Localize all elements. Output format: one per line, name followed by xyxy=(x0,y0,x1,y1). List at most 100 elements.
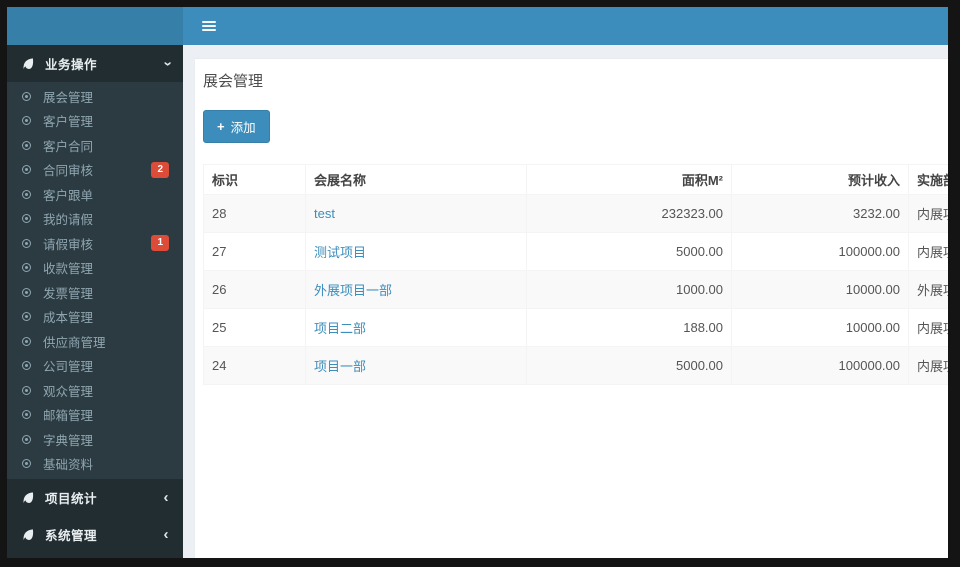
plus-icon: + xyxy=(217,119,225,134)
dot-circle-icon xyxy=(22,189,31,199)
table-row: 24 项目一部 5000.00 100000.00 内展项目 xyxy=(203,346,948,385)
cell-area: 1000.00 xyxy=(526,270,732,309)
leaf-icon xyxy=(21,528,35,542)
cell-name: 项目一部 xyxy=(305,346,527,385)
cell-area: 5000.00 xyxy=(526,346,732,385)
sidebar-submenu: 展会管理 客户管理 客户合同 合同审核 2 客户跟单 我的请假 请假审核 1 收… xyxy=(7,82,183,479)
exhibition-link[interactable]: 项目二部 xyxy=(314,321,366,336)
sidebar-section-label: 系统管理 xyxy=(45,529,98,543)
sidebar-item-payment-mgmt[interactable]: 收款管理 xyxy=(7,256,183,281)
sidebar-item-label: 基础资料 xyxy=(43,458,94,473)
hamburger-bars xyxy=(202,19,216,33)
table-row: 25 项目二部 188.00 10000.00 内展项目 xyxy=(203,308,948,347)
sidebar-item-label: 客户管理 xyxy=(43,115,94,130)
sidebar-item-label: 我的请假 xyxy=(43,213,94,228)
column-header-id: 标识 xyxy=(203,164,306,195)
column-header-area: 面积M² xyxy=(526,164,732,195)
sidebar-item-label: 公司管理 xyxy=(43,360,94,375)
notification-badge: 1 xyxy=(151,235,169,252)
sidebar-item-my-leave[interactable]: 我的请假 xyxy=(7,207,183,232)
sidebar-item-exhibition-mgmt[interactable]: 展会管理 xyxy=(7,84,183,109)
add-button-label: 添加 xyxy=(230,121,256,135)
cell-income: 100000.00 xyxy=(731,232,909,271)
sidebar-item-invoice-mgmt[interactable]: 发票管理 xyxy=(7,280,183,305)
notification-badge: 2 xyxy=(151,161,169,178)
cell-name: test xyxy=(305,194,527,233)
exhibition-link[interactable]: test xyxy=(314,206,335,221)
cell-area: 188.00 xyxy=(526,308,732,347)
sidebar-item-leave-review[interactable]: 请假审核 1 xyxy=(7,231,183,256)
column-header-dept: 实施部门 xyxy=(908,164,948,195)
sidebar-item-label: 发票管理 xyxy=(43,286,94,301)
exhibition-link[interactable]: 项目一部 xyxy=(314,359,366,374)
app-root: { "colors": { "navbar": "#3c8dbc", "logo… xyxy=(0,0,960,567)
table-row: 28 test 232323.00 3232.00 内展项目 xyxy=(203,194,948,233)
sidebar-section-system-mgmt[interactable]: 系统管理 ‹ xyxy=(7,516,183,553)
sidebar-section-project-stats[interactable]: 项目统计 ‹ xyxy=(7,479,183,516)
column-header-income: 预计收入 xyxy=(731,164,909,195)
sidebar-item-label: 成本管理 xyxy=(43,311,94,326)
dot-circle-icon xyxy=(22,312,31,322)
sidebar-item-audience-mgmt[interactable]: 观众管理 xyxy=(7,378,183,403)
cell-area: 5000.00 xyxy=(526,232,732,271)
sidebar-item-label: 邮箱管理 xyxy=(43,409,94,424)
sidebar-section-label: 项目统计 xyxy=(45,492,98,506)
cell-id: 28 xyxy=(203,194,306,233)
sidebar-item-basic-data[interactable]: 基础资料 xyxy=(7,452,183,477)
table-row: 27 测试项目 5000.00 100000.00 内展项目 xyxy=(203,232,948,271)
sidebar-item-label: 供应商管理 xyxy=(43,335,106,350)
chevron-left-icon: ‹ xyxy=(163,489,169,506)
cell-id: 25 xyxy=(203,308,306,347)
sidebar-item-supplier-mgmt[interactable]: 供应商管理 xyxy=(7,329,183,354)
leaf-icon xyxy=(21,491,35,505)
dot-circle-icon xyxy=(22,287,31,297)
top-navbar xyxy=(183,7,948,45)
cell-income: 10000.00 xyxy=(731,270,909,309)
sidebar-item-label: 展会管理 xyxy=(43,90,94,105)
sidebar-item-customer-followup[interactable]: 客户跟单 xyxy=(7,182,183,207)
exhibition-link[interactable]: 测试项目 xyxy=(314,245,366,260)
cell-dept: 内展项目 xyxy=(908,308,948,347)
sidebar-item-label: 客户跟单 xyxy=(43,188,94,203)
cell-area: 232323.00 xyxy=(526,194,732,233)
cell-id: 26 xyxy=(203,270,306,309)
sidebar-item-label: 合同审核 xyxy=(43,164,94,179)
sidebar-item-label: 收款管理 xyxy=(43,262,94,277)
exhibition-link[interactable]: 外展项目一部 xyxy=(314,283,392,298)
logo-area xyxy=(7,7,183,45)
sidebar-item-mailbox-mgmt[interactable]: 邮箱管理 xyxy=(7,403,183,428)
add-button[interactable]: + 添加 xyxy=(203,110,270,143)
dot-circle-icon xyxy=(22,434,31,444)
sidebar-item-customer-contract[interactable]: 客户合同 xyxy=(7,133,183,158)
sidebar-item-dictionary-mgmt[interactable]: 字典管理 xyxy=(7,427,183,452)
cell-income: 100000.00 xyxy=(731,346,909,385)
chevron-left-icon: ‹ xyxy=(163,526,169,543)
dot-circle-icon xyxy=(22,140,31,150)
cell-dept: 内展项目 xyxy=(908,346,948,385)
cell-income: 3232.00 xyxy=(731,194,909,233)
dot-circle-icon xyxy=(22,459,31,469)
sidebar-item-contract-review[interactable]: 合同审核 2 xyxy=(7,158,183,183)
chevron-down-icon: ‹ xyxy=(157,60,175,67)
sidebar-section-business-ops[interactable]: 业务操作 ‹ xyxy=(7,45,183,82)
sidebar-item-label: 字典管理 xyxy=(43,433,94,448)
table-header-row: 标识 会展名称 面积M² 预计收入 实施部门 xyxy=(203,164,948,195)
dot-circle-icon xyxy=(22,361,31,371)
sidebar-item-customer-mgmt[interactable]: 客户管理 xyxy=(7,109,183,134)
dot-circle-icon xyxy=(22,385,31,395)
main-content: 展会管理 + 添加 标识 会展名称 面积M² 预计收入 实施部门 xyxy=(183,45,948,558)
dot-circle-icon xyxy=(22,238,31,248)
cell-name: 外展项目一部 xyxy=(305,270,527,309)
sidebar-item-company-mgmt[interactable]: 公司管理 xyxy=(7,354,183,379)
leaf-icon xyxy=(21,57,35,71)
content-box: 展会管理 + 添加 标识 会展名称 面积M² 预计收入 实施部门 xyxy=(195,58,948,558)
hamburger-icon[interactable] xyxy=(191,7,227,45)
dot-circle-icon xyxy=(22,116,31,126)
sidebar-item-cost-mgmt[interactable]: 成本管理 xyxy=(7,305,183,330)
table-row: 26 外展项目一部 1000.00 10000.00 外展项目 xyxy=(203,270,948,309)
app-viewport: 业务操作 ‹ 展会管理 客户管理 客户合同 合同审核 2 客户跟单 我的请假 请… xyxy=(7,7,948,558)
dot-circle-icon xyxy=(22,165,31,175)
dot-circle-icon xyxy=(22,336,31,346)
cell-income: 10000.00 xyxy=(731,308,909,347)
sidebar-item-label: 客户合同 xyxy=(43,139,94,154)
